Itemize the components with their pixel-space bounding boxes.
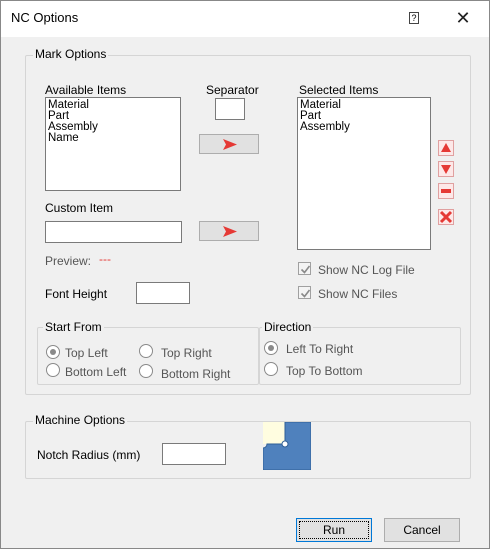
dialog-title: NC Options (11, 10, 79, 25)
radio-selected-dot (50, 349, 56, 355)
radio-left-to-right[interactable] (264, 341, 278, 355)
selected-items-list[interactable]: Material Part Assembly (297, 97, 431, 250)
add-item-button[interactable] (199, 134, 259, 154)
mark-options-legend: Mark Options (33, 47, 109, 61)
show-files-label: Show NC Files (318, 287, 398, 301)
selected-items-label: Selected Items (299, 83, 379, 97)
font-height-field[interactable] (136, 282, 190, 304)
preview-label: Preview: (45, 254, 92, 268)
focus-rect (299, 521, 369, 539)
delete-button[interactable] (438, 209, 454, 225)
option-top-right-label: Top Right (161, 346, 212, 360)
move-down-button[interactable] (438, 161, 454, 177)
radio-selected-dot (268, 345, 274, 351)
arrow-down-icon (441, 165, 451, 174)
help-icon: ? (409, 12, 419, 24)
option-bottom-left-label: Bottom Left (65, 365, 127, 379)
radio-top-left[interactable] (46, 345, 60, 359)
show-files-checkbox[interactable] (298, 286, 311, 299)
add-custom-item-button[interactable] (199, 221, 259, 241)
run-button[interactable]: Run (296, 518, 372, 542)
option-top-to-bottom-label: Top To Bottom (286, 364, 363, 378)
arrow-up-icon (441, 143, 451, 152)
radio-bottom-left[interactable] (46, 363, 60, 377)
notch-radius-field[interactable] (162, 443, 226, 465)
option-left-to-right-label: Left To Right (286, 342, 354, 356)
option-top-left-label: Top Left (65, 346, 108, 360)
radio-bottom-right[interactable] (139, 364, 153, 378)
delete-x-icon (439, 210, 453, 224)
radio-top-to-bottom[interactable] (264, 362, 278, 376)
start-from-legend: Start From (43, 320, 104, 334)
available-items-label: Available Items (45, 83, 127, 97)
help-button[interactable]: ? (403, 9, 425, 29)
direction-legend: Direction (262, 320, 314, 334)
cancel-button-label: Cancel (403, 523, 441, 537)
separator-field[interactable] (215, 98, 245, 120)
checkmark-icon (300, 289, 311, 298)
radio-top-right[interactable] (139, 344, 153, 358)
show-log-label: Show NC Log File (318, 263, 415, 277)
available-items-list[interactable]: Material Part Assembly Name (45, 97, 181, 191)
separator-label: Separator (206, 83, 259, 97)
list-item[interactable]: Name (48, 132, 178, 144)
cancel-button[interactable]: Cancel (384, 518, 460, 542)
list-item[interactable]: Assembly (300, 121, 428, 133)
machine-options-legend: Machine Options (33, 413, 128, 427)
notch-preview-icon (263, 422, 311, 470)
move-up-button[interactable] (438, 140, 454, 156)
font-height-label: Font Height (45, 287, 108, 301)
preview-value: --- (99, 252, 111, 266)
arrow-right-icon (223, 139, 237, 150)
checkmark-icon (300, 265, 311, 274)
arrow-right-icon (223, 226, 237, 237)
option-bottom-right-label: Bottom Right (161, 367, 231, 381)
custom-item-label: Custom Item (45, 201, 114, 215)
show-log-checkbox[interactable] (298, 262, 311, 275)
custom-item-field[interactable] (45, 221, 182, 243)
clear-button[interactable] (438, 183, 454, 199)
title-bar: NC Options ? ✕ (1, 1, 489, 37)
nc-options-dialog: NC Options ? ✕ Mark Options Available It… (0, 0, 490, 549)
minus-icon (441, 189, 451, 193)
close-button[interactable]: ✕ (451, 7, 475, 31)
notch-radius-label: Notch Radius (mm) (37, 448, 141, 462)
